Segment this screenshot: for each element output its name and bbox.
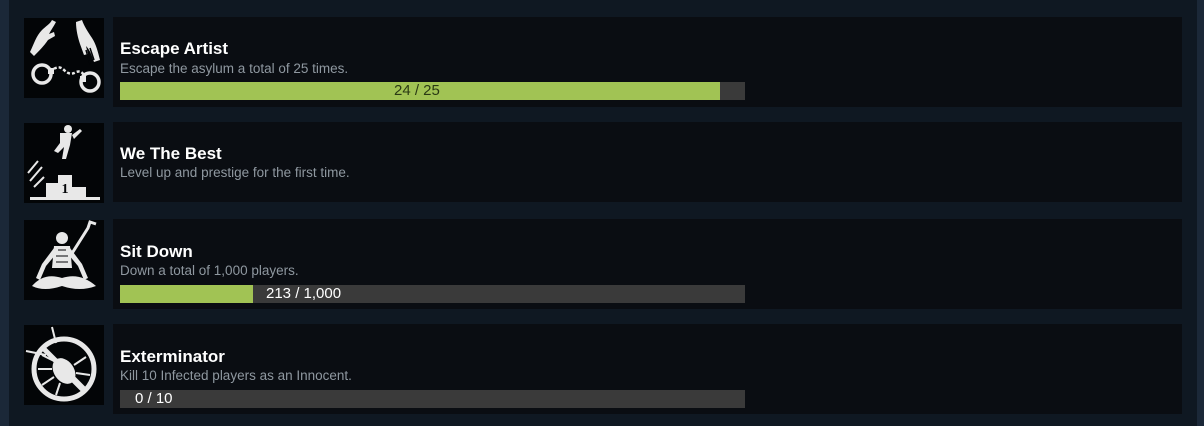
progress-label: 213 / 1,000 (266, 285, 342, 302)
progress-bar: 213 / 1,000 (120, 285, 745, 303)
progress-bar: 0 / 10 (120, 390, 745, 408)
achievement-title: Escape Artist (120, 39, 229, 58)
achievement-description: Level up and prestige for the first time… (120, 165, 350, 180)
progress-bar: 24 / 25 (120, 82, 745, 100)
achievements-panel: Escape Artist Escape the asylum a total … (9, 0, 1197, 426)
achievement-card: Sit Down Down a total of 1,000 players. … (113, 219, 1182, 309)
achievement-row: Sit Down Down a total of 1,000 players. … (9, 219, 1197, 309)
achievement-card: Exterminator Kill 10 Infected players as… (113, 324, 1182, 414)
achievement-description: Escape the asylum a total of 25 times. (120, 61, 349, 76)
achievement-title: We The Best (120, 144, 222, 163)
progress-fill (120, 285, 254, 303)
achievement-card: Escape Artist Escape the asylum a total … (113, 17, 1182, 107)
podium-number: 1 (62, 182, 69, 197)
podium-jump-icon: 1 (24, 123, 104, 203)
achievement-description: Down a total of 1,000 players. (120, 263, 299, 278)
achievement-title: Exterminator (120, 347, 225, 366)
progress-label: 0 / 10 (135, 390, 173, 407)
crossed-bug-icon (24, 325, 104, 405)
achievement-row: 1 We The Best Level up and prestige for … (9, 122, 1197, 203)
achievement-description: Kill 10 Infected players as an Innocent. (120, 368, 352, 383)
achievement-title: Sit Down (120, 242, 193, 261)
achievement-row: Escape Artist Escape the asylum a total … (9, 17, 1197, 107)
handcuffs-hands-icon (24, 18, 104, 98)
achievement-row: Exterminator Kill 10 Infected players as… (9, 324, 1197, 414)
achievement-card: We The Best Level up and prestige for th… (113, 122, 1182, 202)
progress-label: 24 / 25 (394, 82, 440, 99)
meditating-figure-icon (24, 220, 104, 300)
